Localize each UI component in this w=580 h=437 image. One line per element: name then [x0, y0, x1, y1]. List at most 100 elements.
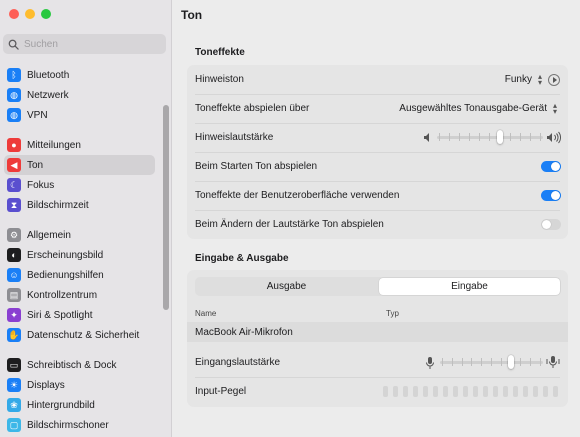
sidebar-item-label: Mitteilungen	[27, 139, 81, 151]
level-segment	[533, 386, 538, 397]
sidebar-item-fokus[interactable]: ☾ Fokus	[4, 175, 155, 195]
level-segment	[513, 386, 518, 397]
updown-chevron-icon: ▴ ▾	[537, 71, 542, 87]
sidebar-scrollbar[interactable]	[163, 105, 169, 310]
device-name: MacBook Air-Mikrofon	[195, 326, 293, 338]
microphone-low-icon	[426, 357, 434, 369]
level-segment	[523, 386, 528, 397]
toggle-knob	[551, 162, 560, 171]
toneffekte-group: Hinweiston Funky ▴ ▾ Toneffekte abspielen…	[187, 65, 568, 239]
siri-icon: ✦	[7, 308, 21, 322]
input-pegel-label: Input-Pegel	[195, 386, 247, 397]
gear-icon: ⚙	[7, 228, 21, 242]
column-header-name[interactable]: Name	[195, 309, 216, 318]
page-title: Ton	[181, 8, 203, 22]
sidebar-item-label: Fokus	[27, 179, 55, 191]
sidebar-item-bildschirmzeit[interactable]: ⧗ Bildschirmzeit	[4, 195, 155, 215]
input-level-meter	[383, 386, 558, 397]
sidebar-item-erscheinungsbild[interactable]: ◐ Erscheinungsbild	[4, 245, 155, 265]
level-segment	[463, 386, 468, 397]
zoom-window-button[interactable]	[41, 9, 51, 19]
level-segment	[553, 386, 558, 397]
level-segment	[403, 386, 408, 397]
globe-icon: ◍	[7, 88, 21, 102]
sidebar-item-vpn[interactable]: ◍ VPN	[4, 105, 155, 125]
sidebar: ᛒ Bluetooth ◍ Netzwerk ◍ VPN ● Mitteilungen ◀ Ton…	[0, 0, 172, 437]
sidebar-item-siri-spotlight[interactable]: ✦ Siri & Spotlight	[4, 305, 155, 325]
search-icon	[8, 39, 19, 50]
abspielen-value: Ausgewähltes Tonausgabe-Gerät	[399, 103, 547, 114]
io-segmented-control[interactable]: Ausgabe Eingabe	[195, 277, 561, 296]
level-segment	[383, 386, 388, 397]
eingangslautstaerke-label: Eingangslautstärke	[195, 357, 281, 368]
io-heading: Eingabe & Ausgabe	[195, 253, 289, 264]
level-segment	[473, 386, 478, 397]
column-header-typ[interactable]: Typ	[386, 309, 399, 318]
oberflaeche-toggle[interactable]	[541, 190, 561, 201]
slider-tick	[489, 133, 491, 141]
hinweislautstaerke-label: Hinweislautstärke	[195, 132, 274, 143]
sidebar-item-label: Kontrollzentrum	[27, 289, 98, 301]
device-row[interactable]: MacBook Air-Mikrofon	[187, 322, 568, 342]
eingangslautstaerke-slider[interactable]	[440, 355, 543, 369]
search-input[interactable]	[24, 38, 164, 50]
level-segment	[543, 386, 548, 397]
slider-tick	[469, 133, 471, 141]
sidebar-item-label: Datenschutz & Sicherheit	[27, 329, 140, 341]
control-center-icon: ▤	[7, 288, 21, 302]
sidebar-item-ton[interactable]: ◀ Ton	[4, 155, 155, 175]
play-icon[interactable]	[548, 73, 560, 86]
sidebar-item-displays[interactable]: ☀ Displays	[4, 375, 155, 395]
device-table-header: Name Typ	[187, 303, 568, 323]
sidebar-item-hintergrundbild[interactable]: ❀ Hintergrundbild	[4, 395, 155, 415]
hinweiston-value: Funky	[504, 74, 532, 85]
updown-chevron-icon: ▴ ▾	[552, 100, 557, 116]
sidebar-item-allgemein[interactable]: ⚙ Allgemein	[4, 225, 155, 245]
tab-eingabe[interactable]: Eingabe	[379, 278, 560, 295]
slider-tick	[530, 358, 532, 366]
oberflaeche-label: Toneffekte der Benutzeroberfläche verwen…	[195, 190, 400, 201]
slider-tick	[442, 358, 443, 366]
sidebar-item-datenschutz-sicherheit[interactable]: ✋ Datenschutz & Sicherheit	[4, 325, 155, 345]
eingangslautstaerke-row: Eingangslautstärke	[187, 348, 568, 377]
starten-toggle[interactable]	[541, 161, 561, 172]
close-window-button[interactable]	[9, 9, 19, 19]
slider-tick	[539, 358, 541, 366]
minimize-window-button[interactable]	[25, 9, 35, 19]
slider-tick	[539, 133, 541, 141]
vpn-globe-icon: ◍	[7, 108, 21, 122]
speaker-icon: ◀	[7, 158, 21, 172]
sun-icon: ☀	[7, 378, 21, 392]
slider-tick	[509, 133, 511, 141]
hinweislautstaerke-slider[interactable]	[437, 130, 543, 144]
hinweislautstaerke-row: Hinweislautstärke	[187, 123, 568, 152]
abspielen-popup[interactable]: Ausgewähltes Tonausgabe-Gerät ▴ ▾	[399, 100, 559, 116]
tab-ausgabe[interactable]: Ausgabe	[196, 278, 377, 295]
sidebar-item-bildschirmschoner[interactable]: ▢ Bildschirmschoner	[4, 415, 155, 435]
appearance-icon: ◐	[7, 248, 21, 262]
slider-thumb[interactable]	[497, 130, 503, 144]
moon-icon: ☾	[7, 178, 21, 192]
slider-tick	[471, 358, 473, 366]
level-segment	[493, 386, 498, 397]
sidebar-item-schreibtisch-dock[interactable]: ▭ Schreibtisch & Dock	[4, 355, 155, 375]
search-field[interactable]	[3, 34, 166, 54]
hinweiston-popup[interactable]: Funky ▴ ▾	[504, 71, 544, 87]
slider-ticks	[442, 358, 541, 366]
slider-thumb[interactable]	[508, 355, 514, 369]
sidebar-item-kontrollzentrum[interactable]: ▤ Kontrollzentrum	[4, 285, 155, 305]
sidebar-item-bluetooth[interactable]: ᛒ Bluetooth	[4, 65, 155, 85]
hinweiston-label: Hinweiston	[195, 74, 244, 85]
aendern-toggle[interactable]	[541, 219, 561, 230]
slider-tick	[439, 133, 440, 141]
starten-label: Beim Starten Ton abspielen	[195, 161, 318, 172]
sidebar-item-bedienungshilfen[interactable]: ☺ Bedienungshilfen	[4, 265, 155, 285]
level-segment	[503, 386, 508, 397]
slider-tick	[520, 358, 522, 366]
dock-icon: ▭	[7, 358, 21, 372]
main-pane: Ton Toneffekte Hinweiston Funky ▴ ▾ Tonef…	[173, 0, 580, 437]
slider-tick	[459, 133, 461, 141]
sidebar-item-netzwerk[interactable]: ◍ Netzwerk	[4, 85, 155, 105]
sidebar-item-mitteilungen[interactable]: ● Mitteilungen	[4, 135, 155, 155]
level-segment	[413, 386, 418, 397]
